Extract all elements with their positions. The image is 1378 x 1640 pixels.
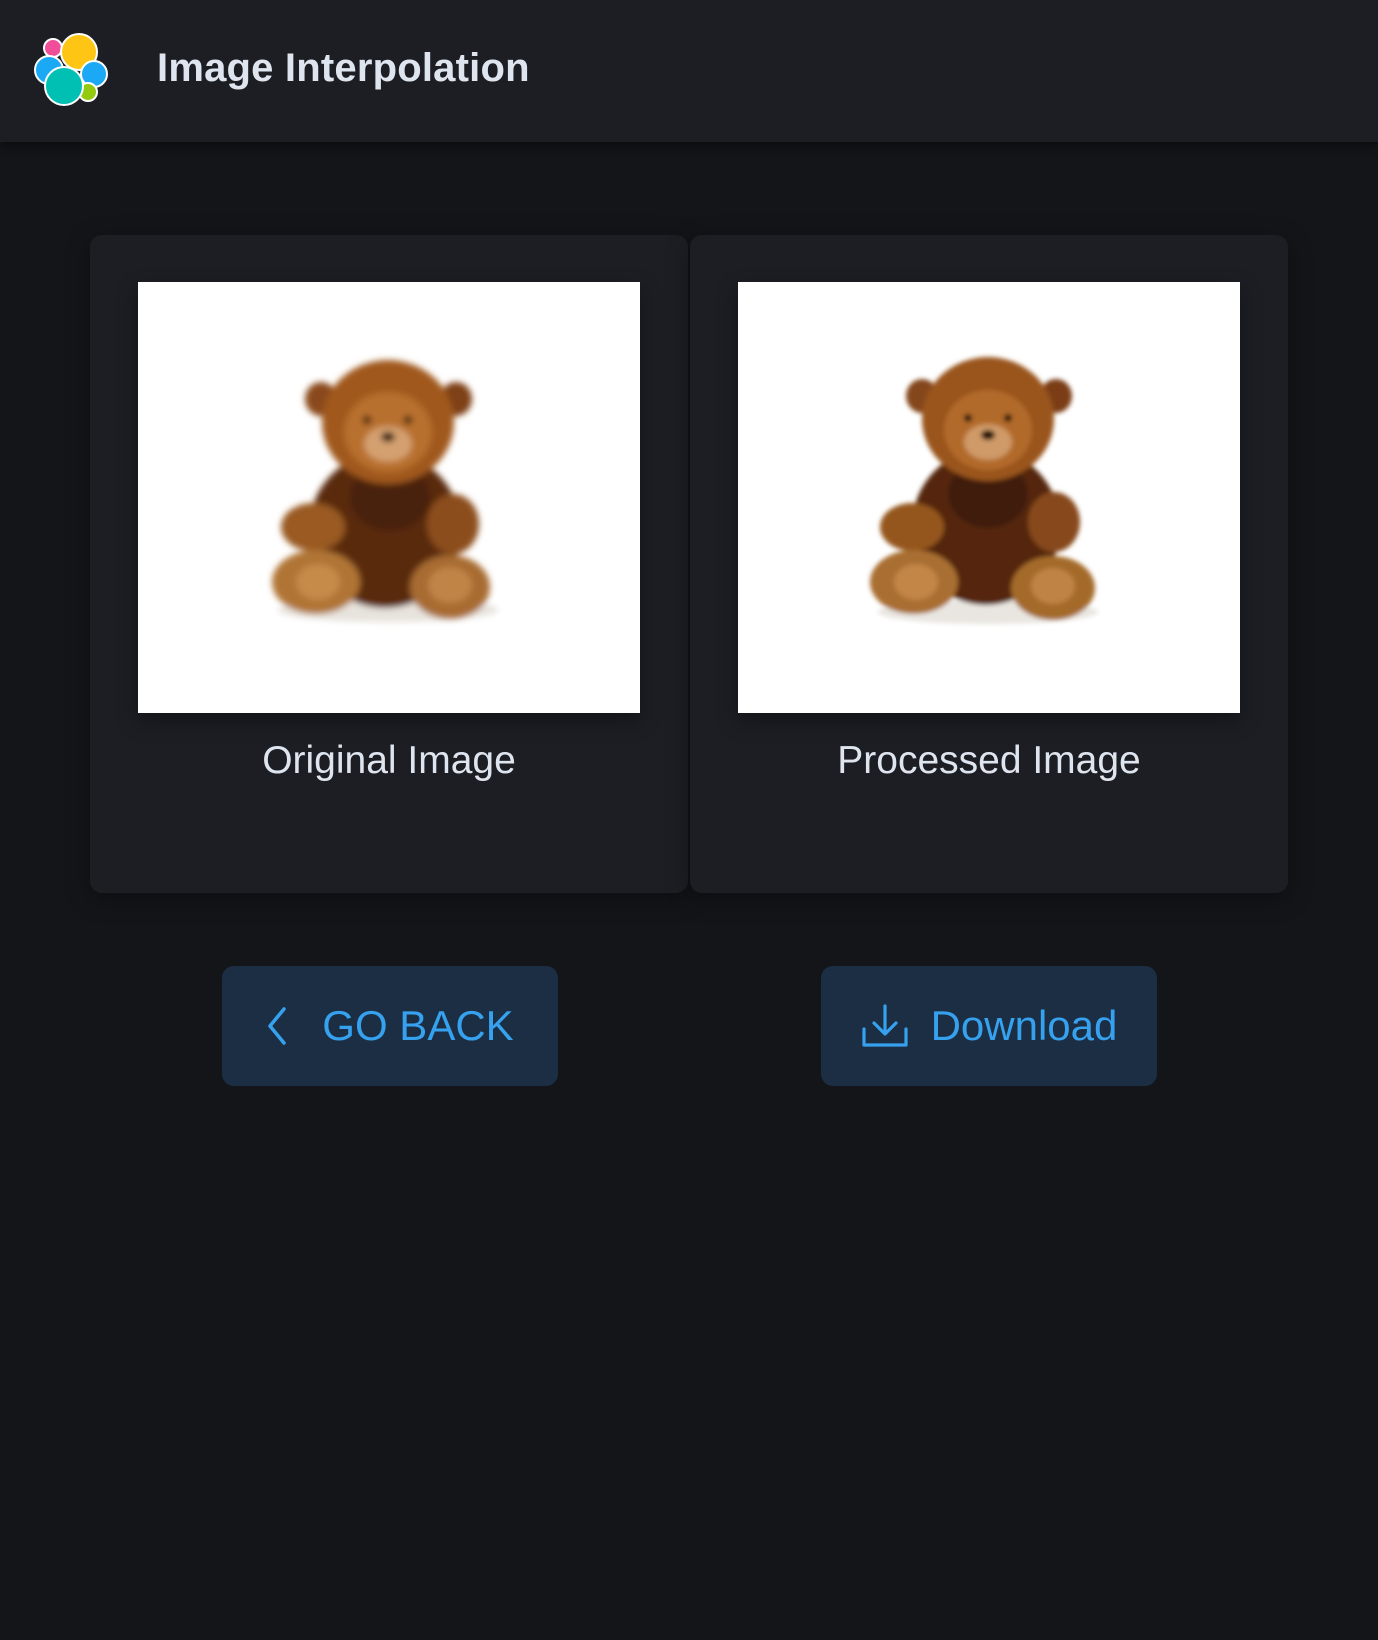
app-logo-icon [34, 32, 112, 110]
original-image-caption: Original Image [262, 739, 516, 782]
app-header: Image Interpolation [0, 0, 1378, 142]
app-title: Image Interpolation [157, 46, 530, 90]
go-back-button[interactable]: GO BACK [222, 966, 558, 1086]
processed-image [738, 282, 1240, 713]
processed-image-card: Processed Image [690, 235, 1288, 893]
download-button[interactable]: Download [821, 966, 1157, 1086]
original-image [138, 282, 640, 713]
go-back-label: GO BACK [322, 1002, 514, 1049]
processed-image-caption: Processed Image [837, 739, 1141, 782]
chevron-left-icon [266, 1006, 288, 1046]
download-icon [861, 1003, 909, 1049]
original-image-card: Original Image [90, 235, 688, 893]
download-label: Download [930, 1002, 1118, 1049]
